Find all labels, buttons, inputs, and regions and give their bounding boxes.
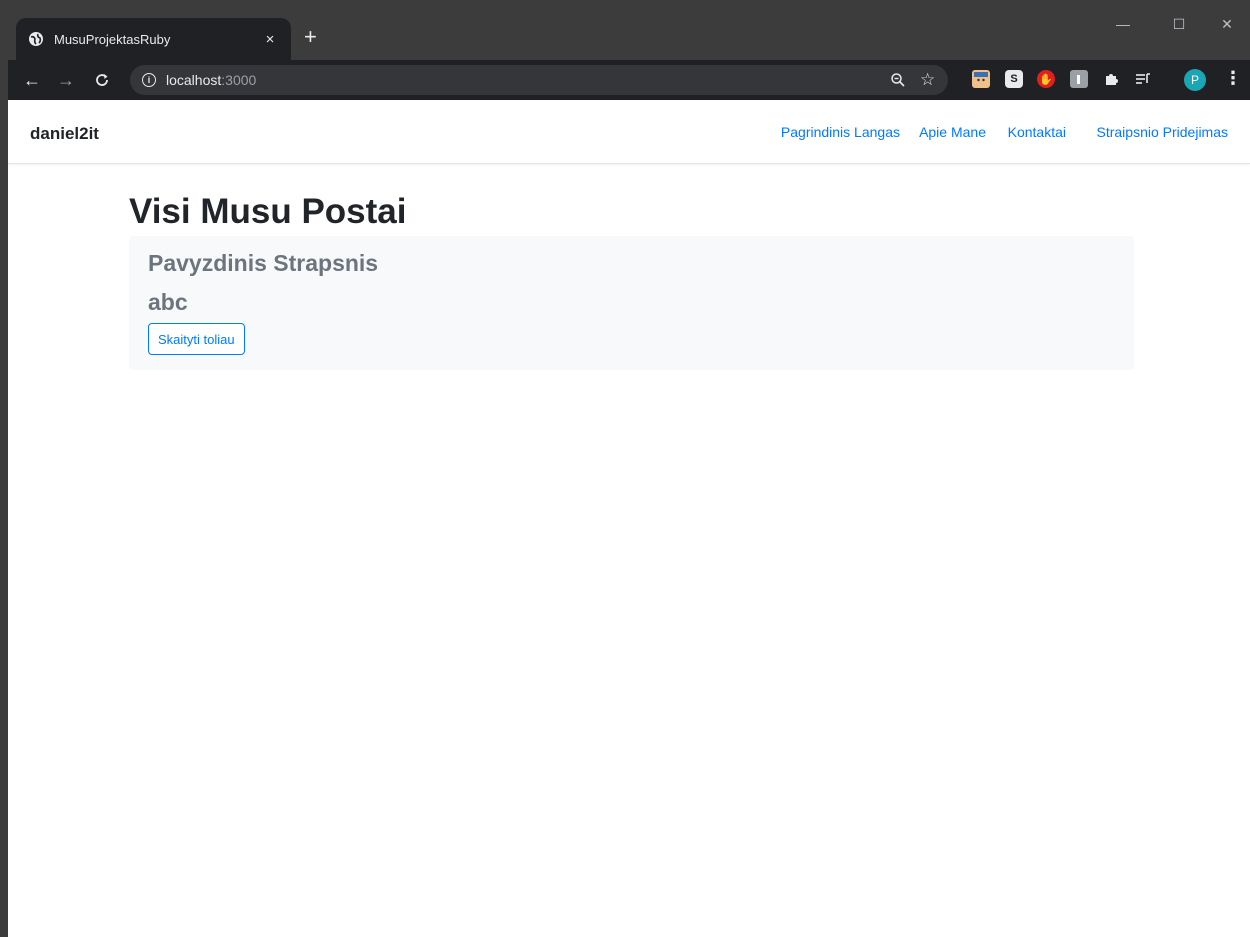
ext-touch-icon[interactable] (1070, 70, 1088, 88)
browser-tab[interactable]: MusuProjektasRuby × (16, 18, 291, 60)
profile-avatar[interactable]: P (1184, 69, 1206, 91)
read-more-button[interactable]: Skaityti toliau (148, 323, 245, 355)
kebab-menu-icon[interactable]: ⋮ (1224, 68, 1242, 89)
tab-strip: MusuProjektasRuby × + — ☐ ✕ (8, 8, 1250, 60)
post-body: abc (148, 289, 188, 315)
ext-stop-icon[interactable]: ✋ (1037, 70, 1055, 88)
maximize-button[interactable]: ☐ (1156, 8, 1202, 40)
nav-link-contacts[interactable]: Kontaktai (1008, 124, 1066, 140)
nav-link-home[interactable]: Pagrindinis Langas (781, 124, 900, 140)
url-host: localhost (166, 72, 222, 88)
zoom-icon[interactable] (890, 72, 906, 92)
tab-title: MusuProjektasRuby (54, 31, 171, 47)
post-title: Pavyzdinis Strapsnis (148, 250, 379, 276)
browser-toolbar: ← → i localhost:3000 ☆ S ✋ P ⋮ (8, 60, 1250, 100)
nav-link-add-article[interactable]: Straipsnio Pridejimas (1097, 124, 1229, 140)
page-title: Visi Musu Postai (129, 192, 407, 231)
url-port: :3000 (221, 72, 257, 88)
site-info-icon[interactable]: i (142, 73, 156, 87)
tab-close-icon[interactable]: × (261, 31, 279, 48)
close-window-button[interactable]: ✕ (1204, 8, 1250, 40)
back-arrow-icon[interactable]: ← (20, 68, 44, 92)
site-navbar: daniel2it Pagrindinis Langas Apie Mane K… (8, 100, 1250, 164)
brand-link[interactable]: daniel2it (30, 124, 99, 144)
browser-window: MusuProjektasRuby × + — ☐ ✕ ← → i localh… (8, 8, 1250, 937)
globe-icon (28, 31, 44, 47)
page-viewport: daniel2it Pagrindinis Langas Apie Mane K… (8, 100, 1250, 937)
minimize-button[interactable]: — (1100, 8, 1146, 40)
ext-s-icon[interactable]: S (1005, 70, 1023, 88)
puzzle-icon[interactable] (1102, 70, 1120, 88)
ext-face-icon[interactable] (972, 70, 990, 88)
forward-arrow-icon[interactable]: → (54, 68, 78, 92)
new-tab-button[interactable]: + (304, 26, 317, 48)
bookmark-star-icon[interactable]: ☆ (920, 70, 935, 90)
reload-icon[interactable] (90, 68, 114, 92)
post-card: Pavyzdinis Strapsnis abc Skaityti toliau (129, 236, 1134, 370)
address-bar[interactable]: i localhost:3000 ☆ (130, 65, 948, 95)
nav-link-about[interactable]: Apie Mane (919, 124, 986, 140)
media-icon[interactable] (1134, 70, 1152, 88)
